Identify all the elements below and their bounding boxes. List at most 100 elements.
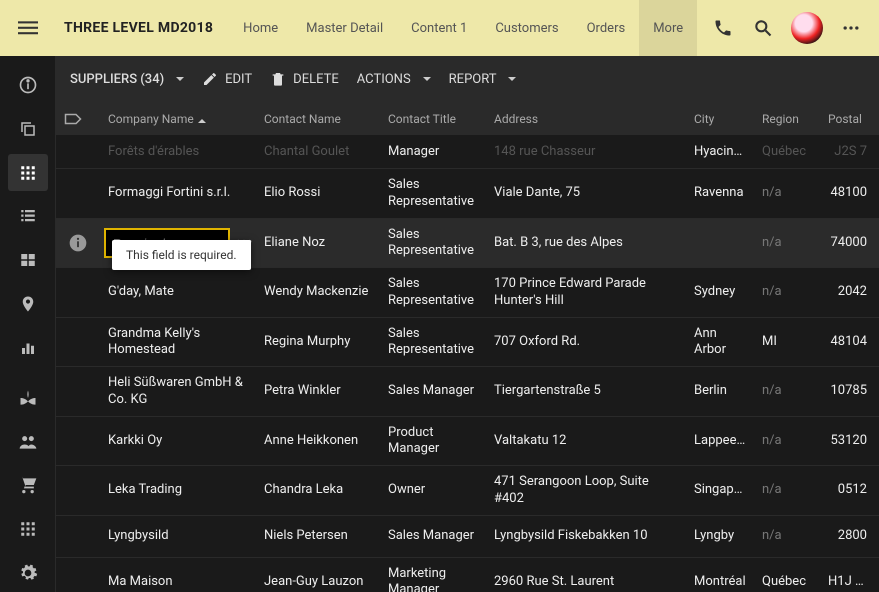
grid-cell[interactable]: n/a [754, 227, 820, 259]
grid-cell[interactable]: 170 Prince Edward Parade Hunter's Hill [486, 268, 686, 317]
grid-cell[interactable]: Berlin [686, 375, 754, 407]
grid-cell[interactable]: Regina Murphy [256, 326, 380, 358]
grid-cell[interactable]: Hyacinthe [686, 136, 754, 168]
grid-cell[interactable]: 2960 Rue St. Laurent [486, 566, 686, 592]
grid-cell[interactable]: Wendy Mackenzie [256, 276, 380, 308]
grid-cell[interactable]: n/a [754, 425, 820, 457]
grid-cell[interactable]: Eliane Noz [256, 227, 380, 259]
table-row[interactable]: LyngbysildNiels PetersenSales ManagerLyn… [56, 516, 879, 558]
grid-cell[interactable]: Chandra Leka [256, 474, 380, 506]
table-row[interactable]: Leka TradingChandra LekaOwner471 Serango… [56, 466, 879, 516]
grid-cell[interactable]: Heli Süßwaren GmbH & Co. KG [100, 367, 256, 416]
table-row[interactable]: Grandma Kelly's HomesteadRegina MurphySa… [56, 318, 879, 368]
table-row[interactable]: Ma MaisonJean-Guy LauzonMarketing Manage… [56, 558, 879, 592]
grid-cell[interactable]: Chantal Goulet [256, 136, 380, 168]
grid-cell[interactable] [686, 235, 754, 251]
sidebar-cards[interactable] [8, 241, 48, 279]
grid-cell[interactable]: Sales Representative [380, 318, 486, 367]
grid-cell[interactable]: Québec [754, 566, 820, 592]
grid-cell[interactable]: Elio Rossi [256, 177, 380, 209]
grid-cell[interactable]: J2S 7 [820, 136, 875, 168]
table-row[interactable]: Heli Süßwaren GmbH & Co. KGPetra Winkler… [56, 367, 879, 417]
grid-cell[interactable]: 471 Serangoon Loop, Suite #402 [486, 466, 686, 515]
grid-cell[interactable]: Marketing Manager [380, 558, 486, 592]
grid-cell[interactable]: Manager [380, 136, 486, 168]
grid-cell[interactable]: 48100 [820, 177, 875, 209]
grid-cell[interactable]: Sales Manager [380, 375, 486, 407]
grid-cell[interactable]: 53120 [820, 425, 875, 457]
col-header-city[interactable]: City [686, 112, 754, 126]
nav-home[interactable]: Home [229, 21, 292, 36]
col-header-address[interactable]: Address [486, 112, 686, 126]
grid-cell[interactable]: Jean-Guy Lauzon [256, 566, 380, 592]
grid-cell[interactable]: Sydney [686, 276, 754, 308]
grid-cell[interactable]: G'day, Mate [100, 276, 256, 308]
grid-cell[interactable]: n/a [754, 375, 820, 407]
sidebar-chart[interactable] [8, 329, 48, 367]
grid-cell[interactable]: Québec [754, 136, 820, 168]
grid-cell[interactable]: Ravenna [686, 177, 754, 209]
edit-button[interactable]: EDIT [202, 71, 252, 87]
actions-dropdown[interactable]: ACTIONS [357, 72, 431, 87]
grid-cell[interactable]: H1J 1C [820, 566, 875, 592]
search-button[interactable] [743, 18, 783, 38]
col-header-title[interactable]: Contact Title [380, 112, 486, 126]
grid-cell[interactable]: Anne Heikkonen [256, 425, 380, 457]
grid-cell[interactable]: Sales Representative [380, 219, 486, 268]
col-header-region[interactable]: Region [754, 112, 820, 126]
view-selector[interactable]: SUPPLIERS (34) [70, 72, 184, 87]
grid-cell[interactable]: 0512 [820, 474, 875, 506]
grid-cell[interactable]: Karkki Oy [100, 425, 256, 457]
table-row[interactable]: Forêts d'érablesChantal GouletManager148… [56, 136, 879, 169]
sidebar-list[interactable] [8, 197, 48, 235]
table-row[interactable]: G'day, MateWendy MackenzieSales Represen… [56, 268, 879, 318]
grid-cell[interactable]: Forêts d'érables [100, 136, 256, 168]
grid-cell[interactable]: 10785 [820, 375, 875, 407]
sidebar-people[interactable] [8, 423, 48, 461]
nav-content-1[interactable]: Content 1 [397, 21, 481, 36]
grid-cell[interactable]: Viale Dante, 75 [486, 177, 686, 209]
grid-cell[interactable]: Lyngbysild Fiskebakken 10 [486, 520, 686, 552]
grid-cell[interactable]: 707 Oxford Rd. [486, 326, 686, 358]
menu-toggle-button[interactable] [8, 18, 48, 38]
grid-cell[interactable]: 2042 [820, 276, 875, 308]
grid-cell[interactable]: Lyngby [686, 520, 754, 552]
grid-cell[interactable]: Product Manager [380, 417, 486, 466]
grid-cell[interactable]: Leka Trading [100, 474, 256, 506]
grid-cell[interactable]: n/a [754, 520, 820, 552]
delete-button[interactable]: DELETE [270, 71, 339, 87]
user-avatar[interactable] [791, 12, 823, 44]
table-row[interactable]: Formaggi Fortini s.r.l.Elio RossiSales R… [56, 169, 879, 219]
row-info-indicator[interactable] [56, 233, 100, 253]
phone-button[interactable] [703, 18, 743, 38]
grid-cell[interactable]: Owner [380, 474, 486, 506]
table-row[interactable]: Karkki OyAnne HeikkonenProduct ManagerVa… [56, 417, 879, 467]
grid-cell[interactable]: n/a [754, 276, 820, 308]
grid-cell[interactable]: Valtakatu 12 [486, 425, 686, 457]
grid-cell[interactable]: 74000 [820, 227, 875, 259]
grid-cell[interactable]: Ma Maison [100, 566, 256, 592]
grid-cell[interactable]: n/a [754, 474, 820, 506]
grid-cell[interactable]: Sales Manager [380, 520, 486, 552]
grid-cell[interactable]: Lappee... [686, 425, 754, 457]
grid-cell[interactable]: 148 rue Chasseur [486, 136, 686, 168]
report-dropdown[interactable]: REPORT [449, 72, 517, 87]
grid-cell[interactable]: Bat. B 3, rue des Alpes [486, 227, 686, 259]
nav-customers[interactable]: Customers [481, 21, 572, 36]
overflow-menu-button[interactable] [831, 18, 871, 38]
grid-cell[interactable]: Petra Winkler [256, 375, 380, 407]
grid-cell[interactable]: Niels Petersen [256, 520, 380, 552]
grid-cell[interactable]: Singapo... [686, 474, 754, 506]
nav-orders[interactable]: Orders [573, 21, 640, 36]
grid-cell[interactable]: Montréal [686, 566, 754, 592]
grid-cell[interactable]: Ann Arbor [686, 318, 754, 367]
grid-cell[interactable]: Sales Representative [380, 169, 486, 218]
grid-cell[interactable]: 48104 [820, 326, 875, 358]
sidebar-cart[interactable] [8, 466, 48, 504]
select-all-handle[interactable] [56, 112, 100, 126]
grid-cell[interactable]: n/a [754, 177, 820, 209]
col-header-postal[interactable]: Postal [820, 112, 875, 126]
sidebar-copy[interactable] [8, 110, 48, 148]
grid-cell[interactable]: 2800 [820, 520, 875, 552]
sidebar-settings[interactable] [8, 554, 48, 592]
